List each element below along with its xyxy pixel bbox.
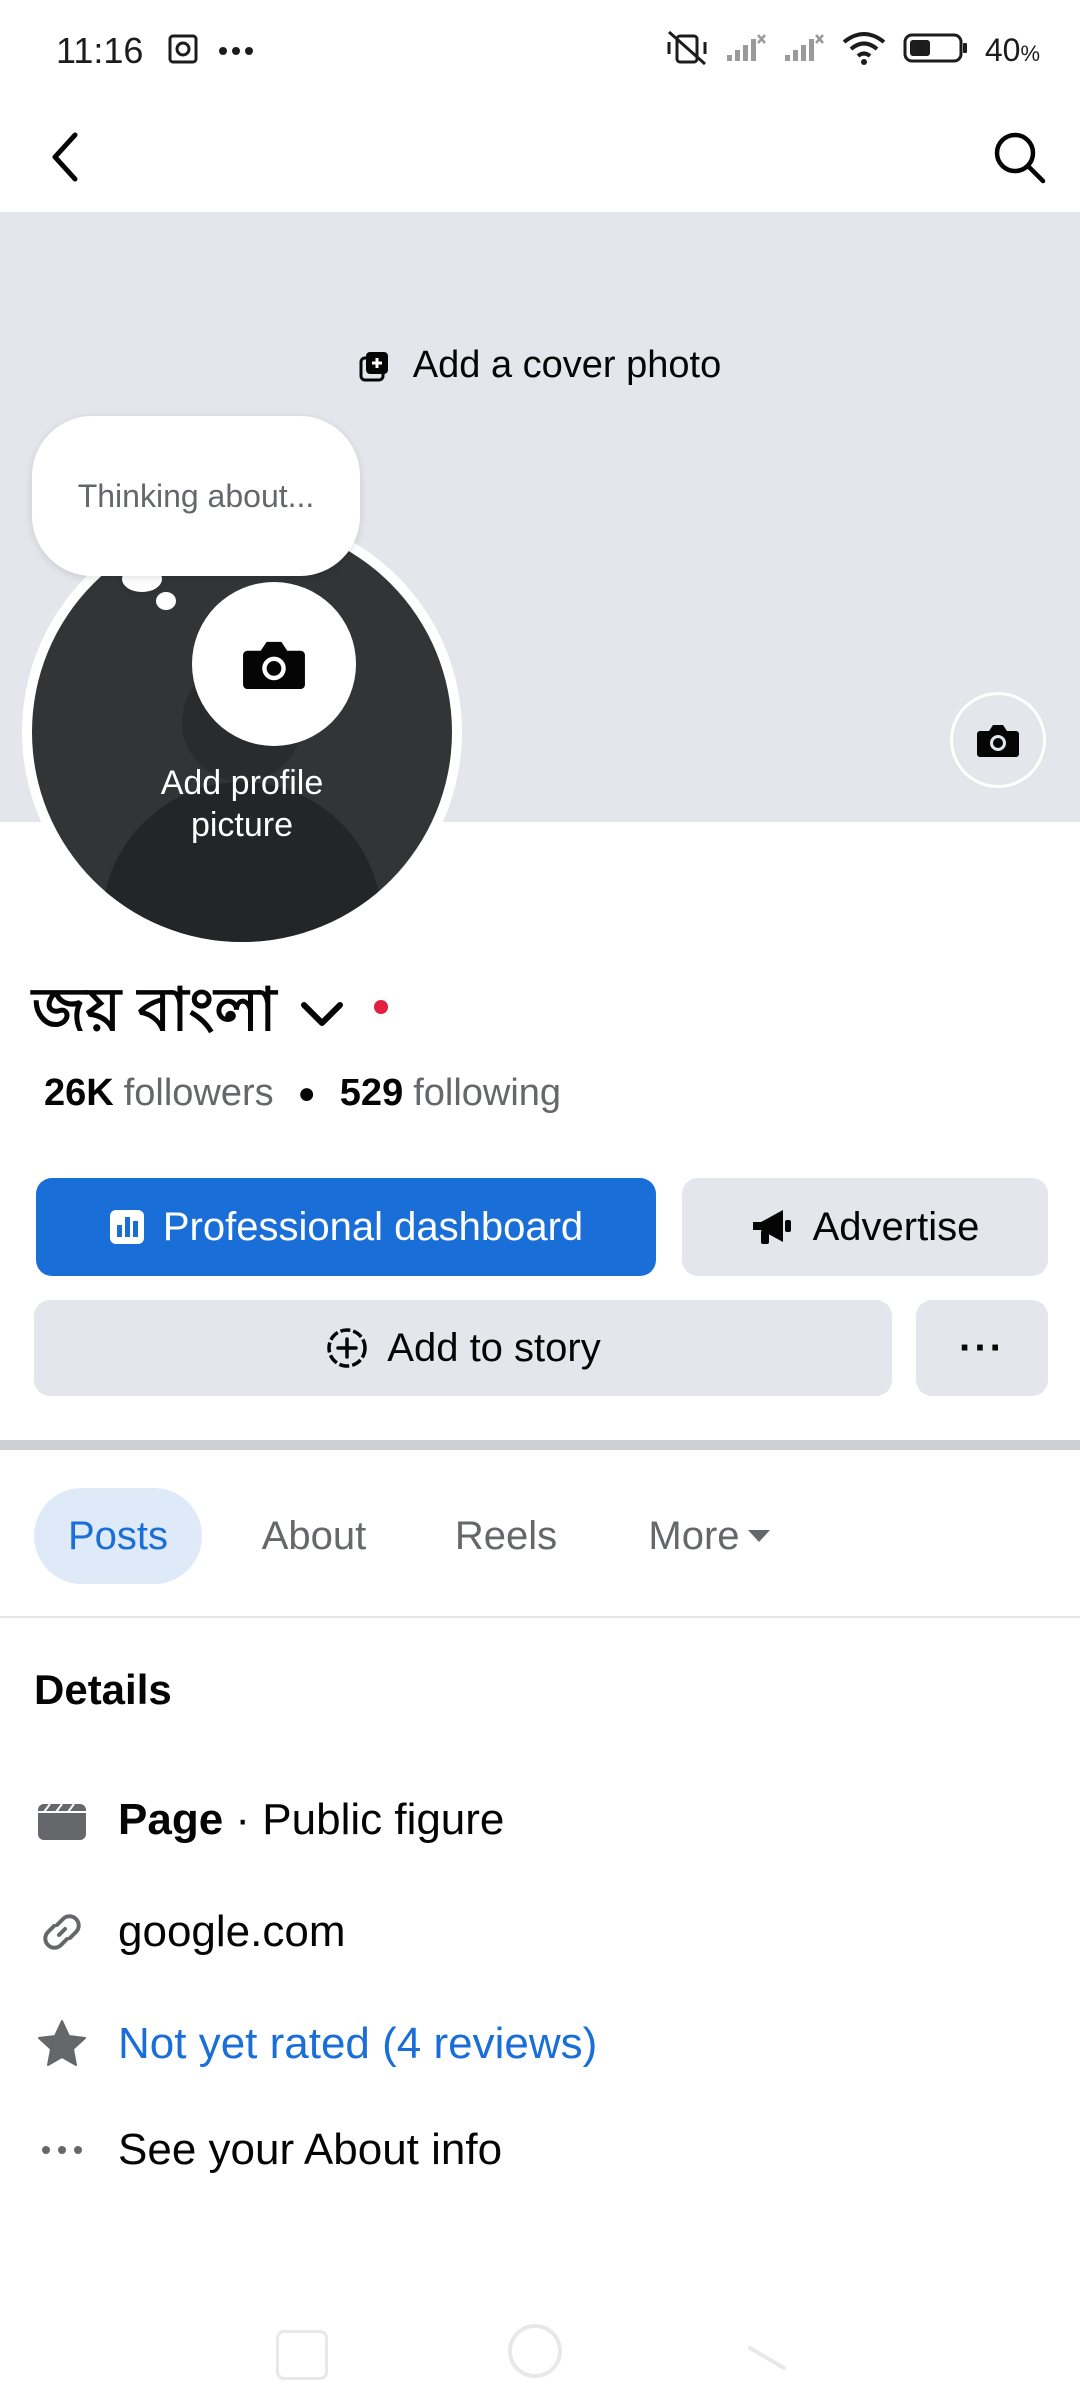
advertise-label: Advertise: [812, 1204, 980, 1249]
signal-2-icon: [783, 33, 825, 68]
professional-dashboard-button[interactable]: Professional dashboard: [36, 1178, 656, 1276]
battery-icon: [903, 31, 969, 70]
tab-more-label: More: [648, 1513, 740, 1558]
status-right-icons: 40%: [665, 30, 1040, 71]
about-info-text: See your About info: [118, 2125, 503, 2174]
status-left-icons: [166, 32, 254, 71]
tab-posts[interactable]: Posts: [34, 1488, 202, 1584]
following-count[interactable]: 529: [340, 1072, 403, 1115]
status-time: 11:16: [56, 30, 144, 71]
camera-icon: [977, 725, 1019, 757]
dashboard-chart-icon: [109, 1210, 144, 1244]
detail-about-info[interactable]: See your About info: [34, 2122, 502, 2178]
more-notifications-icon: [218, 43, 254, 61]
megaphone-icon: [752, 1210, 791, 1244]
status-bar: 11:16 40%: [0, 0, 1080, 100]
followers-count[interactable]: 26K: [44, 1072, 114, 1115]
add-profile-picture-label: Add profile picture: [160, 764, 324, 844]
caret-down-icon: [747, 1530, 770, 1542]
add-cover-photo-button[interactable]: Add a cover photo: [0, 344, 1080, 387]
add-circle-icon: [327, 1328, 368, 1368]
website-text: google.com: [118, 1907, 346, 1956]
tab-reels[interactable]: Reels: [426, 1488, 586, 1584]
add-to-story-label: Add to story: [387, 1325, 601, 1370]
vibrate-off-icon: [665, 30, 709, 71]
tab-about[interactable]: About: [234, 1488, 394, 1584]
battery-percent: 40%: [984, 32, 1040, 68]
edit-cover-camera-button[interactable]: [950, 692, 1046, 788]
add-to-story-button[interactable]: Add to story: [34, 1300, 892, 1396]
detail-page-category: Page · Public figure: [34, 1792, 504, 1848]
search-icon: [994, 132, 1046, 184]
notification-dot: [374, 1000, 389, 1014]
thought-bubble-tail-dot: [156, 592, 176, 610]
page-category: · Public figure: [223, 1795, 505, 1844]
tab-more[interactable]: More: [620, 1488, 800, 1584]
more-dots-icon: [34, 2122, 90, 2178]
back-triangle-icon: [748, 2346, 786, 2370]
back-system-button[interactable]: [744, 2328, 790, 2374]
advertise-button[interactable]: Advertise: [682, 1178, 1048, 1276]
chevron-left-icon: [52, 132, 78, 182]
thought-bubble[interactable]: Thinking about...: [32, 416, 360, 576]
stats-separator: ●: [297, 1076, 316, 1110]
search-button[interactable]: [984, 122, 1054, 192]
screenshot-icon: [166, 32, 200, 71]
chevron-down-icon: [301, 1002, 344, 1026]
thought-placeholder: Thinking about...: [77, 477, 315, 514]
add-cover-photo-label: Add a cover photo: [412, 344, 722, 386]
profile-tabs: Posts About Reels More: [0, 1452, 1080, 1618]
professional-dashboard-label: Professional dashboard: [162, 1204, 584, 1249]
rating-text: Not yet rated (4 reviews): [118, 2019, 598, 2068]
page-category-text: Page · Public figure: [118, 1795, 504, 1845]
wifi-icon: [841, 30, 887, 71]
signal-1-icon: [725, 33, 767, 68]
back-button[interactable]: [30, 122, 100, 192]
section-divider: [0, 1440, 1080, 1450]
detail-rating[interactable]: Not yet rated (4 reviews): [34, 2016, 597, 2072]
add-photo-icon: [359, 351, 388, 381]
camera-icon: [243, 641, 305, 690]
profile-picture[interactable]: Add profile picture: [32, 522, 452, 942]
profile-name: জয় বাংলা: [32, 976, 277, 1043]
switch-profile-button[interactable]: [300, 999, 344, 1029]
profile-stats: 26K followers ● 529 following: [44, 1072, 561, 1115]
detail-website[interactable]: google.com: [34, 1904, 345, 1960]
profile-name-row: জয় বাংলা: [32, 964, 389, 1064]
top-nav: [0, 100, 1080, 214]
recent-apps-button[interactable]: [276, 2330, 328, 2380]
following-label[interactable]: following: [413, 1072, 561, 1115]
home-button[interactable]: [508, 2324, 562, 2378]
details-title: Details: [34, 1666, 172, 1713]
page-flag-icon: [34, 1792, 90, 1848]
more-options-button[interactable]: ···: [916, 1300, 1048, 1396]
link-icon: [34, 1904, 90, 1960]
page-label: Page: [118, 1795, 224, 1844]
more-options-label: ···: [959, 1325, 1005, 1370]
followers-label[interactable]: followers: [124, 1072, 274, 1115]
star-icon: [34, 2016, 90, 2072]
system-navigation-bar: [0, 2290, 1080, 2400]
add-profile-picture-button[interactable]: [192, 582, 356, 746]
